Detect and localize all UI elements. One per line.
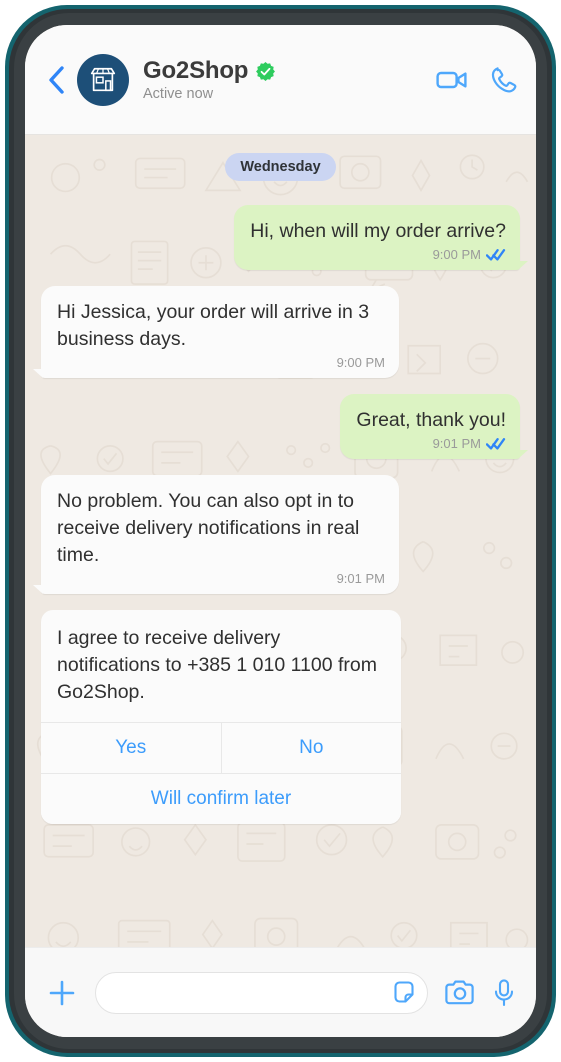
opt-in-yes-button[interactable]: Yes: [41, 723, 221, 773]
opt-in-confirm-later-button[interactable]: Will confirm later: [41, 774, 401, 824]
date-divider: Wednesday: [225, 153, 336, 181]
opt-in-no-button[interactable]: No: [220, 723, 401, 773]
video-call-button[interactable]: [436, 68, 468, 92]
message-time: 9:00 PM: [432, 247, 481, 262]
chat-header: Go2Shop Active now: [25, 25, 536, 135]
message-text: Hi Jessica, your order will arrive in 3 …: [57, 301, 370, 350]
plus-icon: [49, 980, 75, 1005]
message-row: Great, thank you! 9:01 PM: [41, 394, 528, 459]
message-bubble-outgoing[interactable]: Hi, when will my order arrive? 9:00 PM: [234, 205, 528, 270]
message-composer: [25, 947, 536, 1037]
chat-message-list[interactable]: Wednesday Hi, when will my order arrive?…: [25, 135, 536, 947]
verified-badge-icon: [256, 61, 276, 81]
opt-in-card: I agree to receive delivery notification…: [41, 610, 401, 824]
message-text: Hi, when will my order arrive?: [250, 220, 506, 242]
message-row: No problem. You can also opt in to recei…: [33, 475, 520, 594]
camera-icon: [445, 980, 474, 1004]
phone-call-button[interactable]: [490, 66, 518, 94]
voice-message-button[interactable]: [492, 978, 516, 1008]
opt-in-card-text: I agree to receive delivery notification…: [57, 627, 377, 703]
status-text: Active now: [143, 86, 214, 102]
date-divider-row: Wednesday: [41, 153, 520, 181]
opt-in-secondary-row: Will confirm later: [41, 773, 401, 824]
phone-screen: Go2Shop Active now Wednesday Hi, when wi…: [25, 25, 536, 1037]
sticker-icon: [394, 980, 414, 1003]
message-text: Great, thank you!: [356, 409, 506, 431]
message-meta: 9:01 PM: [57, 571, 385, 586]
camera-button[interactable]: [444, 979, 476, 1007]
contact-info[interactable]: Go2Shop Active now: [143, 57, 436, 102]
attach-button[interactable]: [45, 976, 79, 1010]
message-input[interactable]: [114, 981, 385, 1004]
header-actions: [436, 66, 518, 94]
message-row: I agree to receive delivery notification…: [41, 610, 520, 824]
opt-in-button-row: Yes No: [41, 722, 401, 773]
message-bubble-incoming[interactable]: No problem. You can also opt in to recei…: [33, 475, 399, 594]
messages-container: Wednesday Hi, when will my order arrive?…: [33, 153, 528, 834]
double-check-read-icon: [486, 437, 506, 450]
message-time: 9:01 PM: [336, 571, 385, 586]
video-call-icon: [436, 71, 467, 88]
message-meta: 9:00 PM: [57, 355, 385, 370]
storefront-icon: [90, 67, 116, 91]
chevron-left-icon: [49, 65, 64, 94]
message-text: No problem. You can also opt in to recei…: [57, 490, 360, 566]
contact-name-row: Go2Shop: [143, 57, 436, 85]
message-time: 9:00 PM: [336, 355, 385, 370]
avatar[interactable]: [77, 53, 129, 106]
phone-mockup: Go2Shop Active now Wednesday Hi, when wi…: [0, 0, 561, 1062]
message-row: Hi, when will my order arrive? 9:00 PM: [41, 205, 528, 270]
page-title: Go2Shop: [143, 57, 249, 84]
message-bubble-outgoing[interactable]: Great, thank you! 9:01 PM: [340, 394, 528, 459]
microphone-icon: [494, 978, 514, 1006]
message-meta: 9:00 PM: [250, 247, 506, 262]
phone-call-icon: [491, 66, 517, 92]
message-input-wrapper[interactable]: [95, 971, 428, 1014]
message-time: 9:01 PM: [432, 436, 481, 451]
sticker-button[interactable]: [391, 980, 417, 1006]
message-bubble-incoming[interactable]: Hi Jessica, your order will arrive in 3 …: [33, 286, 399, 378]
back-button[interactable]: [39, 58, 73, 102]
message-meta: 9:01 PM: [356, 436, 506, 451]
message-row: Hi Jessica, your order will arrive in 3 …: [33, 286, 520, 378]
double-check-read-icon: [486, 248, 506, 261]
